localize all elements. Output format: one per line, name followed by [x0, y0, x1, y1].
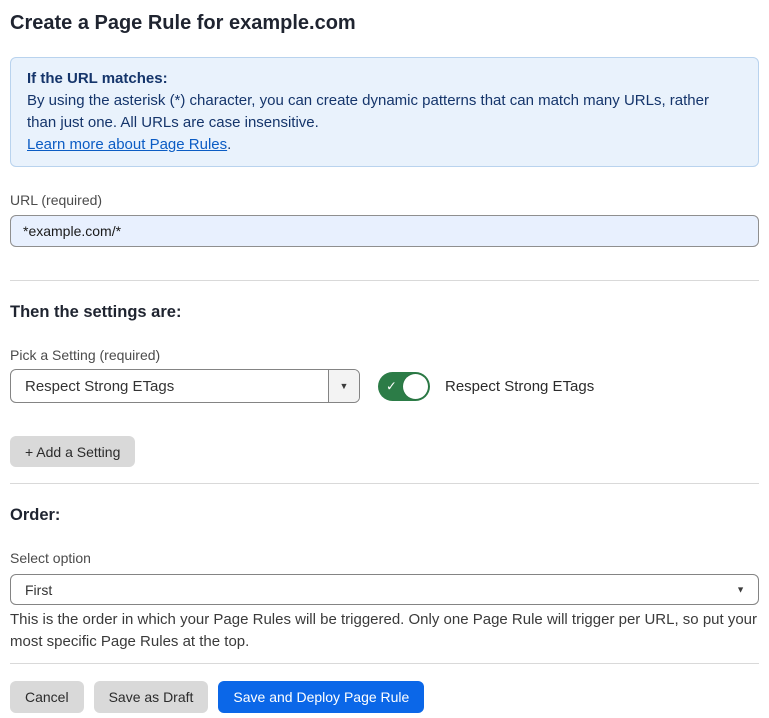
- section-divider: [10, 483, 759, 484]
- setting-select-arrow-button[interactable]: ▼: [328, 370, 359, 402]
- url-input[interactable]: [10, 215, 759, 247]
- toggle-knob: [403, 374, 428, 399]
- chevron-down-icon: ▼: [736, 585, 745, 594]
- order-section-heading: Order:: [10, 505, 759, 525]
- info-box-heading: If the URL matches:: [27, 68, 742, 90]
- info-box-link-line: Learn more about Page Rules.: [27, 134, 742, 156]
- save-draft-button[interactable]: Save as Draft: [94, 681, 209, 713]
- setting-row: Respect Strong ETags ▼ ✓ Respect Strong …: [10, 369, 759, 403]
- order-select-value: First: [11, 582, 758, 598]
- toggle-label: Respect Strong ETags: [445, 378, 594, 395]
- info-box-body: By using the asterisk (*) character, you…: [27, 90, 742, 134]
- chevron-down-icon: ▼: [340, 382, 349, 391]
- page-rule-form: Create a Page Rule for example.com If th…: [0, 0, 769, 713]
- setting-select-value: Respect Strong ETags: [11, 378, 328, 395]
- setting-toggle[interactable]: ✓: [378, 372, 430, 401]
- setting-picker-label: Pick a Setting (required): [10, 346, 759, 364]
- order-select-label: Select option: [10, 549, 759, 567]
- settings-section-heading: Then the settings are:: [10, 302, 759, 322]
- add-setting-button[interactable]: + Add a Setting: [10, 436, 135, 467]
- footer-divider: [10, 663, 759, 664]
- section-divider: [10, 280, 759, 281]
- cancel-button[interactable]: Cancel: [10, 681, 84, 713]
- link-suffix: .: [227, 136, 231, 153]
- url-match-info-box: If the URL matches: By using the asteris…: [10, 57, 759, 167]
- save-deploy-button[interactable]: Save and Deploy Page Rule: [218, 681, 424, 713]
- learn-more-link[interactable]: Learn more about Page Rules: [27, 136, 227, 153]
- url-field-label: URL (required): [10, 191, 759, 209]
- order-help-text: This is the order in which your Page Rul…: [10, 609, 759, 653]
- page-title: Create a Page Rule for example.com: [10, 10, 759, 36]
- check-icon: ✓: [386, 380, 397, 393]
- action-buttons: Cancel Save as Draft Save and Deploy Pag…: [10, 681, 759, 713]
- order-select[interactable]: First ▼: [10, 574, 759, 605]
- setting-select[interactable]: Respect Strong ETags ▼: [10, 369, 360, 403]
